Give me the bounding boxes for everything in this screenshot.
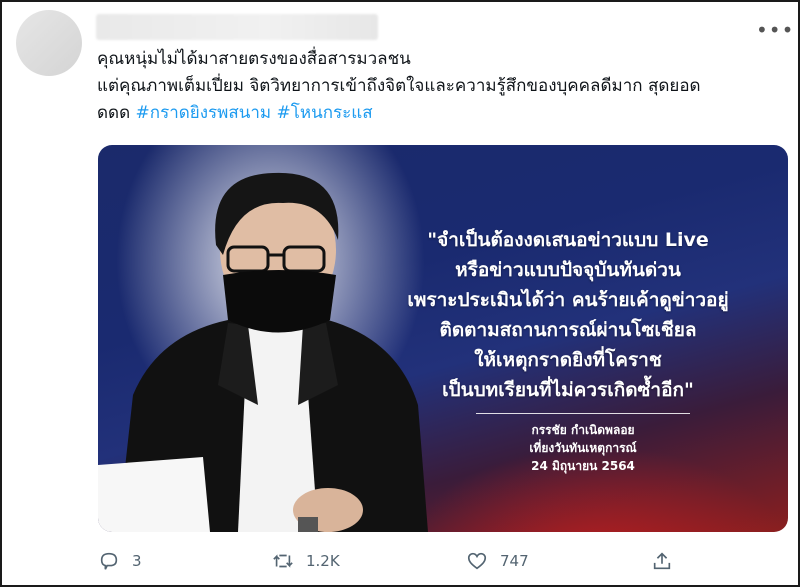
avatar[interactable] <box>16 10 82 76</box>
retweet-icon <box>273 554 293 568</box>
author-name-redacted <box>96 14 378 40</box>
like-icon <box>467 552 487 570</box>
share-button[interactable] <box>651 550 685 572</box>
hashtag-link[interactable]: #กราดยิงรพสนาม <box>136 103 272 123</box>
credit-name: กรรชัย กำเนิดพลอย <box>531 423 635 437</box>
quote-line: เพราะประเมินได้ว่า คนร้ายเค้าดูข่าวอยู่ <box>407 289 729 311</box>
reply-icon <box>100 552 118 570</box>
tweet-text-fragment: ดดด <box>97 103 131 123</box>
quote-line: ติดตามสถานการณ์ผ่านโซเชียล <box>439 319 697 341</box>
tweet-text-line: แต่คุณภาพเต็มเปี่ยม จิตวิทยาการเข้าถึงจิ… <box>97 76 701 96</box>
tweet-text-line: คุณหนุ่มไม่ได้มาสายตรงของสื่อสารมวลชน <box>97 49 411 69</box>
tweet-image[interactable]: "จำเป็นต้องงดเสนอข่าวแบบ Live หรือข่าวแบ… <box>98 145 788 532</box>
retweet-count: 1.2K <box>306 552 340 570</box>
quote-block: "จำเป็นต้องงดเสนอข่าวแบบ Live หรือข่าวแบ… <box>388 225 748 405</box>
quote-credit: กรรชัย กำเนิดพลอย เที่ยงวันทันเหตุการณ์ … <box>468 421 698 475</box>
quote-line: ให้เหตุกราดยิงที่โคราช <box>474 349 662 371</box>
retweet-button[interactable]: 1.2K <box>272 550 340 572</box>
like-button[interactable]: 747 <box>466 550 529 572</box>
reply-count: 3 <box>132 552 142 570</box>
quote-line: "จำเป็นต้องงดเสนอข่าวแบบ Live <box>427 229 709 251</box>
reply-button[interactable]: 3 <box>98 550 142 572</box>
divider <box>476 413 690 414</box>
more-icon[interactable]: ••• <box>756 18 794 42</box>
quote-line: หรือข่าวแบบปัจจุบันทันด่วน <box>455 259 681 281</box>
quote-line: เป็นบทเรียนที่ไม่ควรเกิดซ้ำอีก" <box>442 379 694 401</box>
credit-date: 24 มิถุนายน 2564 <box>531 459 635 473</box>
hashtag-link[interactable]: #โหนกระแส <box>277 103 373 123</box>
tweet-text-line: ดดด #กราดยิงรพสนาม #โหนกระแส <box>97 100 787 127</box>
like-count: 747 <box>500 552 529 570</box>
action-bar: 3 1.2K 747 <box>98 550 788 578</box>
presenter-figure <box>98 172 428 532</box>
tweet-card: ••• คุณหนุ่มไม่ได้มาสายตรงของสื่อสารมวลช… <box>0 0 800 587</box>
tweet-text: คุณหนุ่มไม่ได้มาสายตรงของสื่อสารมวลชน แต… <box>97 46 787 127</box>
share-icon <box>653 552 671 570</box>
credit-show: เที่ยงวันทันเหตุการณ์ <box>529 441 637 455</box>
